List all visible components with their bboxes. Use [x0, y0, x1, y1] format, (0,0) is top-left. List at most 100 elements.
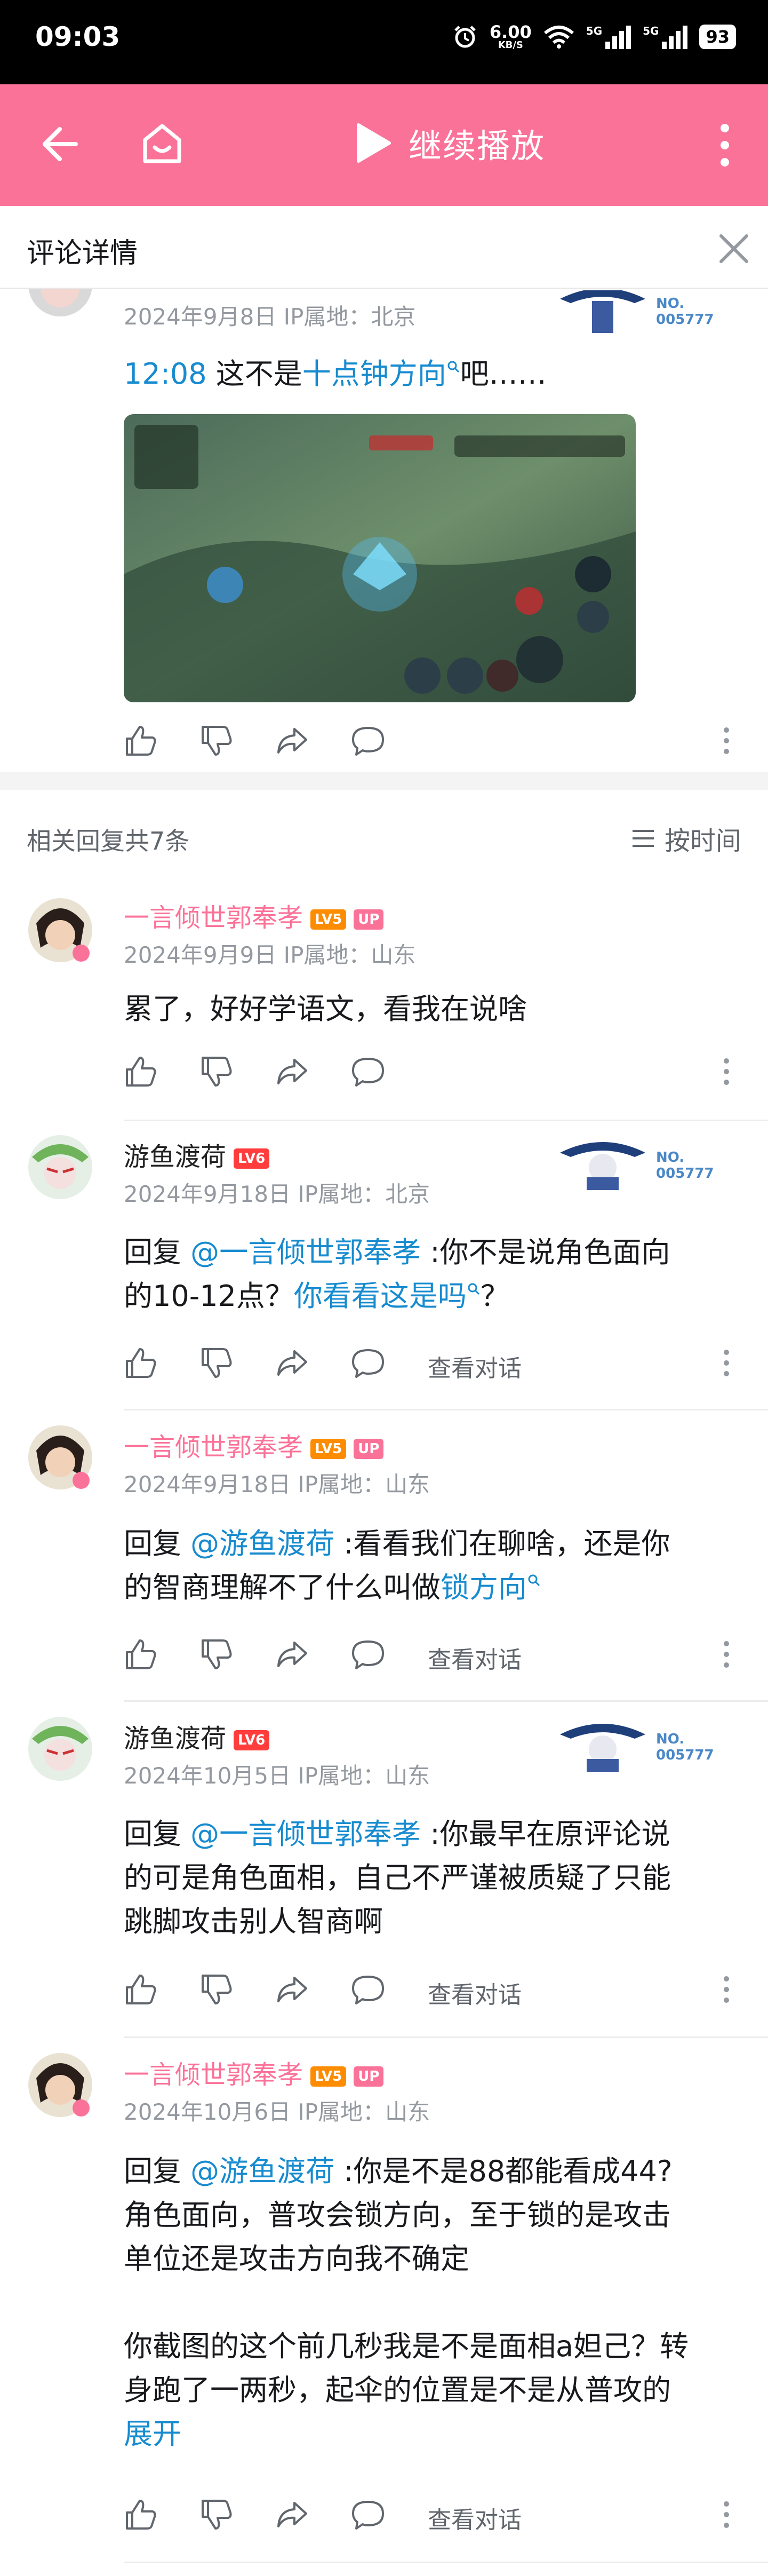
- page-title: 评论详情: [27, 237, 138, 270]
- reply-more-icon[interactable]: [721, 2498, 732, 2532]
- reply-divider: [124, 2036, 768, 2038]
- reply-username[interactable]: 一言倾世郭奉孝 LV5 UP: [124, 2054, 384, 2091]
- reply-actions: [124, 1055, 753, 1092]
- main-comment-meta: 2024年9月8日 IP属地：北京: [124, 304, 416, 330]
- comment-icon[interactable]: [351, 1972, 385, 2007]
- status-bar: 09:03 6.00 KB/S 5G 5G 93: [0, 0, 768, 84]
- reply-more-icon[interactable]: [721, 1346, 732, 1380]
- status-icons: 6.00 KB/S 5G 5G 93: [452, 23, 736, 50]
- level-badge: LV5: [310, 909, 347, 930]
- mention-link[interactable]: @一言倾世郭奉孝: [190, 1235, 421, 1269]
- reply-divider: [124, 1409, 768, 1410]
- level-badge: LV5: [310, 1439, 347, 1459]
- dislike-icon[interactable]: [199, 1637, 234, 1671]
- comment-image-game-screenshot[interactable]: [124, 414, 636, 702]
- comment-icon[interactable]: [351, 1055, 385, 1089]
- net-speed: 6.00 KB/S: [489, 22, 532, 51]
- timestamp-link[interactable]: 12:08: [124, 357, 207, 391]
- reply-avatar[interactable]: [27, 897, 94, 964]
- view-conversation-link[interactable]: 查看对话: [428, 1349, 522, 1383]
- fan-badge: NO. 005777: [555, 1713, 731, 1772]
- level-badge: LV6: [234, 1148, 270, 1169]
- level-badge: LV5: [310, 2066, 347, 2087]
- dislike-icon[interactable]: [199, 1055, 234, 1089]
- reply-avatar[interactable]: [27, 1715, 94, 1782]
- more-vertical-icon[interactable]: [717, 120, 733, 171]
- like-icon[interactable]: [124, 1972, 158, 2007]
- comment-more-icon[interactable]: [721, 724, 732, 758]
- dislike-icon[interactable]: [199, 1972, 234, 2007]
- reply-more-icon[interactable]: [721, 1055, 732, 1089]
- dislike-icon[interactable]: [199, 1346, 234, 1380]
- fan-character-icon: [560, 1724, 645, 1772]
- view-conversation-link[interactable]: 查看对话: [428, 1640, 522, 1675]
- share-icon[interactable]: [275, 724, 309, 758]
- battery-indicator: 93: [699, 25, 736, 49]
- continue-play-label: 继续播放: [409, 126, 546, 165]
- reply-meta: 2024年9月18日 IP属地：山东: [124, 1471, 430, 1497]
- sort-by-time-button[interactable]: 按时间: [630, 820, 741, 857]
- search-small-icon: [468, 1283, 479, 1295]
- search-keyword-link[interactable]: 你看看这是吗: [294, 1279, 467, 1313]
- close-icon[interactable]: [717, 232, 751, 266]
- reply-actions: 查看对话: [124, 1972, 753, 2010]
- continue-play-button[interactable]: 继续播放: [354, 116, 545, 170]
- search-keyword-link[interactable]: 锁方向: [441, 1571, 527, 1604]
- reply-avatar[interactable]: [27, 2051, 94, 2119]
- signal-sim1-icon: 5G: [586, 25, 631, 49]
- like-icon[interactable]: [124, 2498, 158, 2532]
- reply-avatar[interactable]: [27, 1134, 94, 1201]
- comment-icon[interactable]: [351, 1637, 385, 1671]
- home-icon[interactable]: [140, 121, 185, 168]
- alarm-icon: [454, 26, 476, 48]
- video-toolbar: 继续播放: [0, 84, 768, 206]
- share-icon[interactable]: [275, 2498, 309, 2532]
- like-icon[interactable]: [124, 1637, 158, 1671]
- like-icon[interactable]: [124, 1346, 158, 1380]
- reply-text: 回复 @一言倾世郭奉孝 :你最早在原评论说 的可是角色面相，自己不严谨被质疑了只…: [124, 1817, 671, 1938]
- expand-link[interactable]: 展开: [124, 2417, 181, 2451]
- up-badge: UP: [354, 1439, 384, 1459]
- reply-divider: [124, 1700, 768, 1702]
- share-icon[interactable]: [275, 1637, 309, 1671]
- replies-header: 相关回复共7条 按时间: [0, 790, 768, 886]
- fan-badge: NO. 005777: [555, 1131, 731, 1190]
- reply-meta: 2024年9月9日 IP属地：山东: [124, 942, 416, 968]
- comment-icon[interactable]: [351, 1346, 385, 1380]
- comment-icon[interactable]: [351, 724, 385, 758]
- view-conversation-link[interactable]: 查看对话: [428, 2501, 522, 2535]
- reply-username[interactable]: 一言倾世郭奉孝 LV5 UP: [124, 897, 384, 934]
- fan-character-icon: [560, 1142, 645, 1190]
- mention-link[interactable]: @一言倾世郭奉孝: [190, 1817, 421, 1851]
- dislike-icon[interactable]: [199, 2498, 234, 2532]
- sort-list-icon: [632, 830, 654, 847]
- reply-divider: [124, 2562, 768, 2563]
- like-icon[interactable]: [124, 1055, 158, 1089]
- reply-text: 回复 @一言倾世郭奉孝 :你不是说角色面向 的10-12点？你看看这是吗？: [124, 1235, 670, 1313]
- view-conversation-link[interactable]: 查看对话: [428, 1976, 522, 2010]
- reply-text: 回复 @游鱼渡荷 :看看我们在聊啥，还是你 的智商理解不了什么叫做锁方向: [124, 1527, 670, 1604]
- mention-link[interactable]: @游鱼渡荷: [190, 1527, 334, 1560]
- reply-username[interactable]: 游鱼渡荷 LV6: [124, 1136, 270, 1173]
- level-badge: LV6: [234, 1730, 270, 1750]
- reply-more-icon[interactable]: [721, 1972, 732, 2007]
- dislike-icon[interactable]: [199, 724, 234, 758]
- share-icon[interactable]: [275, 1972, 309, 2007]
- main-comment-text: 12:08 这不是十点钟方向 吧……: [124, 357, 547, 391]
- reply-actions: 查看对话: [124, 1637, 753, 1675]
- back-arrow-icon[interactable]: [38, 123, 81, 165]
- mention-link[interactable]: @游鱼渡荷: [190, 2154, 334, 2188]
- comment-icon[interactable]: [351, 2498, 385, 2532]
- reply-username[interactable]: 游鱼渡荷 LV6: [124, 1717, 270, 1755]
- reply-text: 累了，好好学语文，看我在说啥: [124, 992, 527, 1026]
- reply-meta: 2024年10月5日 IP属地：山东: [124, 1763, 430, 1789]
- like-icon[interactable]: [124, 724, 158, 758]
- reply-meta: 2024年10月6日 IP属地：山东: [124, 2099, 430, 2125]
- reply-username[interactable]: 一言倾世郭奉孝 LV5 UP: [124, 1426, 384, 1463]
- reply-actions: 查看对话: [124, 2498, 753, 2535]
- reply-more-icon[interactable]: [721, 1637, 732, 1671]
- reply-avatar[interactable]: [27, 1424, 94, 1491]
- search-keyword-link[interactable]: 十点钟方向: [302, 357, 446, 391]
- share-icon[interactable]: [275, 1346, 309, 1380]
- share-icon[interactable]: [275, 1055, 309, 1089]
